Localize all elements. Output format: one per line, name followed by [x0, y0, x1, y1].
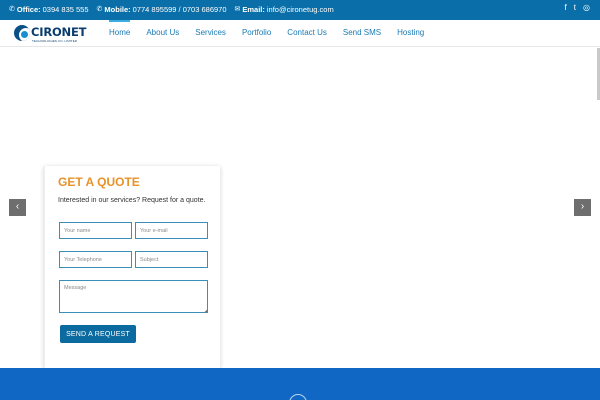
- slider-next-button[interactable]: ›: [574, 199, 591, 216]
- footer-band: [0, 368, 600, 400]
- email-label: Email:: [242, 5, 265, 14]
- mobile-info: ✆ Mobile: 0774 895599 / 0703 686970: [97, 5, 227, 14]
- office-info: ✆ Office: 0394 835 555: [9, 5, 89, 14]
- chevron-left-icon: ‹: [15, 201, 20, 212]
- logo-mark-icon: [14, 25, 30, 41]
- nav-item-hosting[interactable]: Hosting: [389, 20, 432, 47]
- telephone-input[interactable]: [59, 251, 132, 268]
- email-address[interactable]: info@cironetug.com: [267, 5, 334, 14]
- message-textarea[interactable]: [59, 280, 208, 313]
- resize-handle-icon[interactable]: ◢: [204, 309, 208, 314]
- twitter-icon[interactable]: t: [574, 4, 576, 12]
- office-number: 0394 835 555: [42, 5, 89, 14]
- logo-tagline: TECHNOLOGIES CO. LIMITED: [32, 39, 78, 43]
- contact-info: ✆ Office: 0394 835 555 ✆ Mobile: 0774 89…: [9, 5, 334, 14]
- nav-item-send-sms[interactable]: Send SMS: [335, 20, 389, 47]
- mobile-label: Mobile:: [104, 5, 131, 14]
- logo-name: CIRONET: [31, 25, 87, 39]
- envelope-icon: ✉: [234, 6, 241, 13]
- nav-item-portfolio[interactable]: Portfolio: [234, 20, 279, 47]
- send-request-button[interactable]: SEND A REQUEST: [60, 325, 136, 343]
- email-input[interactable]: [135, 222, 208, 239]
- phone-icon: ✆: [9, 6, 15, 13]
- top-info-bar: ✆ Office: 0394 835 555 ✆ Mobile: 0774 89…: [0, 0, 600, 20]
- instagram-icon[interactable]: ◎: [583, 4, 590, 12]
- nav-item-home[interactable]: Home: [101, 20, 138, 47]
- mobile-number: 0774 895599 / 0703 686970: [132, 5, 227, 14]
- circle-icon: [289, 394, 307, 400]
- slider-prev-button[interactable]: ‹: [9, 199, 26, 216]
- phone-icon: ✆: [96, 6, 103, 13]
- quote-title: GET A QUOTE: [58, 175, 140, 189]
- nav-item-about-us[interactable]: About Us: [138, 20, 187, 47]
- subject-input[interactable]: [135, 251, 208, 268]
- social-links: f t ◎: [565, 4, 590, 12]
- quote-form-card: GET A QUOTE Interested in our services? …: [44, 166, 220, 368]
- nav-item-contact-us[interactable]: Contact Us: [279, 20, 335, 47]
- chevron-right-icon: ›: [580, 201, 585, 212]
- office-label: Office:: [16, 5, 41, 14]
- nav-item-services[interactable]: Services: [187, 20, 234, 47]
- site-header: CIRONET TECHNOLOGIES CO. LIMITED Home Ab…: [0, 20, 600, 47]
- logo[interactable]: CIRONET TECHNOLOGIES CO. LIMITED: [14, 24, 94, 44]
- name-input[interactable]: [59, 222, 132, 239]
- quote-description: Interested in our services? Request for …: [58, 197, 206, 204]
- email-info: ✉ Email: info@cironetug.com: [235, 5, 334, 14]
- main-nav: Home About Us Services Portfolio Contact…: [101, 20, 432, 47]
- facebook-icon[interactable]: f: [565, 4, 567, 12]
